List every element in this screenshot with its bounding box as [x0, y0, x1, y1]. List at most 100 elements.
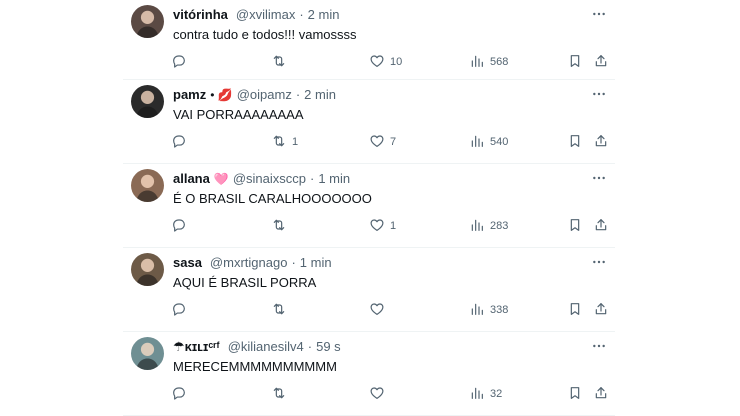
more-icon[interactable] — [589, 6, 609, 22]
tweet-actions: 1 7 540 — [123, 132, 615, 152]
share-button[interactable] — [593, 216, 609, 236]
tweet-text: VAI PORRAAAAAAAA — [173, 107, 304, 122]
share-icon — [593, 133, 609, 152]
reply-icon — [171, 53, 187, 72]
share-icon — [593, 53, 609, 72]
tweet-reply[interactable]: vitórinha @xvilimax · 2 min contra tudo e to… — [123, 0, 615, 80]
tweet-header: ☂ᴋɪʟɪᶜʳᶠ @kilianesilv4 · 59 s — [173, 339, 341, 355]
retweet-icon — [271, 301, 287, 320]
tweet-text: É O BRASIL CARALHOOOOOOO — [173, 191, 372, 206]
user-handle[interactable]: @xvilimax — [236, 7, 295, 23]
views-icon — [469, 301, 485, 320]
tweet-reply[interactable]: sasa @mxrtignago · 1 min AQUI É BRASIL PORRA… — [123, 248, 615, 332]
like-button[interactable]: 7 — [369, 132, 396, 152]
timestamp[interactable]: 1 min — [318, 171, 350, 187]
separator-dot: · — [299, 7, 304, 22]
avatar[interactable] — [131, 5, 164, 38]
display-name[interactable]: pamz — [173, 87, 206, 103]
avatar[interactable] — [131, 253, 164, 286]
display-name[interactable]: allana — [173, 171, 210, 187]
tweet-reply[interactable]: pamz • 💋 @oipamz · 2 min VAI PORRAAAAAAAA 1 7 54… — [123, 80, 615, 164]
display-name[interactable]: vitórinha — [173, 7, 228, 23]
bookmark-icon — [567, 301, 583, 320]
retweet-count: 1 — [292, 136, 299, 148]
retweet-icon — [271, 385, 287, 404]
retweet-button[interactable] — [271, 300, 292, 320]
like-count: 10 — [390, 56, 403, 68]
timestamp[interactable]: 2 min — [304, 87, 336, 103]
like-button[interactable]: 1 — [369, 216, 396, 236]
tweet-actions: 338 — [123, 300, 615, 320]
bookmark-button[interactable] — [567, 216, 583, 236]
share-icon — [593, 301, 609, 320]
views-button[interactable]: 338 — [469, 300, 508, 320]
user-handle[interactable]: @sinaixsccp — [233, 171, 306, 187]
like-button[interactable] — [369, 384, 390, 404]
retweet-button[interactable] — [271, 384, 292, 404]
reply-button[interactable] — [171, 132, 192, 152]
views-button[interactable]: 32 — [469, 384, 502, 404]
user-handle[interactable]: @oipamz — [237, 87, 292, 103]
separator-dot: · — [309, 171, 315, 186]
more-icon[interactable] — [589, 254, 609, 270]
retweet-icon — [271, 133, 287, 152]
reply-feed: vitórinha @xvilimax · 2 min contra tudo e to… — [123, 0, 615, 416]
reply-icon — [171, 133, 187, 152]
reply-button[interactable] — [171, 384, 192, 404]
heart-icon — [369, 301, 385, 320]
tweet-actions: 1 283 — [123, 216, 615, 236]
retweet-button[interactable] — [271, 216, 292, 236]
reply-button[interactable] — [171, 52, 192, 72]
heart-icon — [369, 385, 385, 404]
user-handle[interactable]: @mxrtignago — [210, 255, 288, 271]
name-badge: 🩷 — [213, 172, 229, 186]
views-button[interactable]: 283 — [469, 216, 508, 236]
display-name[interactable]: sasa — [173, 255, 202, 271]
bookmark-button[interactable] — [567, 300, 583, 320]
bookmark-button[interactable] — [567, 52, 583, 72]
share-button[interactable] — [593, 52, 609, 72]
more-icon[interactable] — [589, 170, 609, 186]
timestamp[interactable]: 59 s — [316, 339, 341, 355]
more-icon[interactable] — [589, 338, 609, 354]
avatar[interactable] — [131, 169, 164, 202]
retweet-button[interactable]: 1 — [271, 132, 298, 152]
share-icon — [593, 217, 609, 236]
avatar[interactable] — [131, 85, 164, 118]
share-button[interactable] — [593, 300, 609, 320]
views-button[interactable]: 540 — [469, 132, 508, 152]
timestamp[interactable]: 1 min — [300, 255, 332, 271]
views-icon — [469, 133, 485, 152]
reply-button[interactable] — [171, 300, 192, 320]
tweet-text: contra tudo e todos!!! vamossss — [173, 27, 357, 42]
views-button[interactable]: 568 — [469, 52, 508, 72]
user-handle[interactable]: @kilianesilv4 — [228, 339, 304, 355]
share-button[interactable] — [593, 132, 609, 152]
like-button[interactable] — [369, 300, 390, 320]
tweet-header: pamz • 💋 @oipamz · 2 min — [173, 87, 336, 103]
reply-icon — [171, 385, 187, 404]
view-count: 568 — [490, 56, 509, 68]
heart-icon — [369, 53, 385, 72]
tweet-actions: 10 568 — [123, 52, 615, 72]
share-button[interactable] — [593, 384, 609, 404]
reply-button[interactable] — [171, 216, 192, 236]
like-button[interactable]: 10 — [369, 52, 402, 72]
tweet-text: MERECEMMMMMMMMMM — [173, 359, 337, 374]
bookmark-button[interactable] — [567, 132, 583, 152]
retweet-button[interactable] — [271, 52, 292, 72]
bookmark-button[interactable] — [567, 384, 583, 404]
timestamp[interactable]: 2 min — [308, 7, 340, 23]
views-icon — [469, 385, 485, 404]
tweet-header: sasa @mxrtignago · 1 min — [173, 255, 332, 271]
tweet-reply[interactable]: allana 🩷 @sinaixsccp · 1 min É O BRASIL CARAL… — [123, 164, 615, 248]
tweet-reply[interactable]: ☂ᴋɪʟɪᶜʳᶠ @kilianesilv4 · 59 s MERECEMMMMMMMM… — [123, 332, 615, 416]
view-count: 283 — [490, 220, 509, 232]
display-name[interactable]: ☂ᴋɪʟɪᶜʳᶠ — [173, 339, 220, 355]
avatar[interactable] — [131, 337, 164, 370]
views-icon — [469, 217, 485, 236]
like-count: 7 — [390, 136, 397, 148]
tweet-header: vitórinha @xvilimax · 2 min — [173, 7, 339, 23]
view-count: 338 — [490, 304, 509, 316]
more-icon[interactable] — [589, 86, 609, 102]
